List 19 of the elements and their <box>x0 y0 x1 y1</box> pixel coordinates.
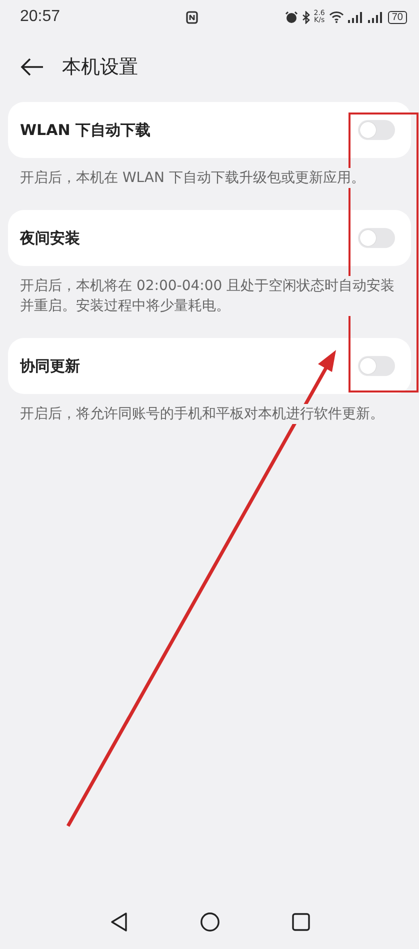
battery-level: 70 <box>388 10 407 24</box>
nfc-icon <box>186 10 198 24</box>
bluetooth-icon <box>302 10 310 24</box>
toggle-switch[interactable] <box>358 120 395 140</box>
back-arrow-icon[interactable] <box>20 58 44 76</box>
signal-icon <box>348 12 364 22</box>
signal-icon <box>368 12 384 22</box>
setting-title: 夜间安装 <box>20 228 80 248</box>
alarm-icon <box>284 10 298 24</box>
toggle-switch[interactable] <box>358 228 395 248</box>
recents-icon[interactable] <box>292 913 310 931</box>
setting-title: 协同更新 <box>20 356 80 376</box>
status-time: 20:57 <box>20 8 62 26</box>
page-title: 本机设置 <box>62 55 138 80</box>
home-icon[interactable] <box>200 912 220 932</box>
wifi-icon <box>328 11 344 23</box>
back-icon[interactable] <box>110 912 128 932</box>
toggle-switch[interactable] <box>358 356 395 376</box>
setting-title: WLAN 下自动下载 <box>20 120 150 140</box>
